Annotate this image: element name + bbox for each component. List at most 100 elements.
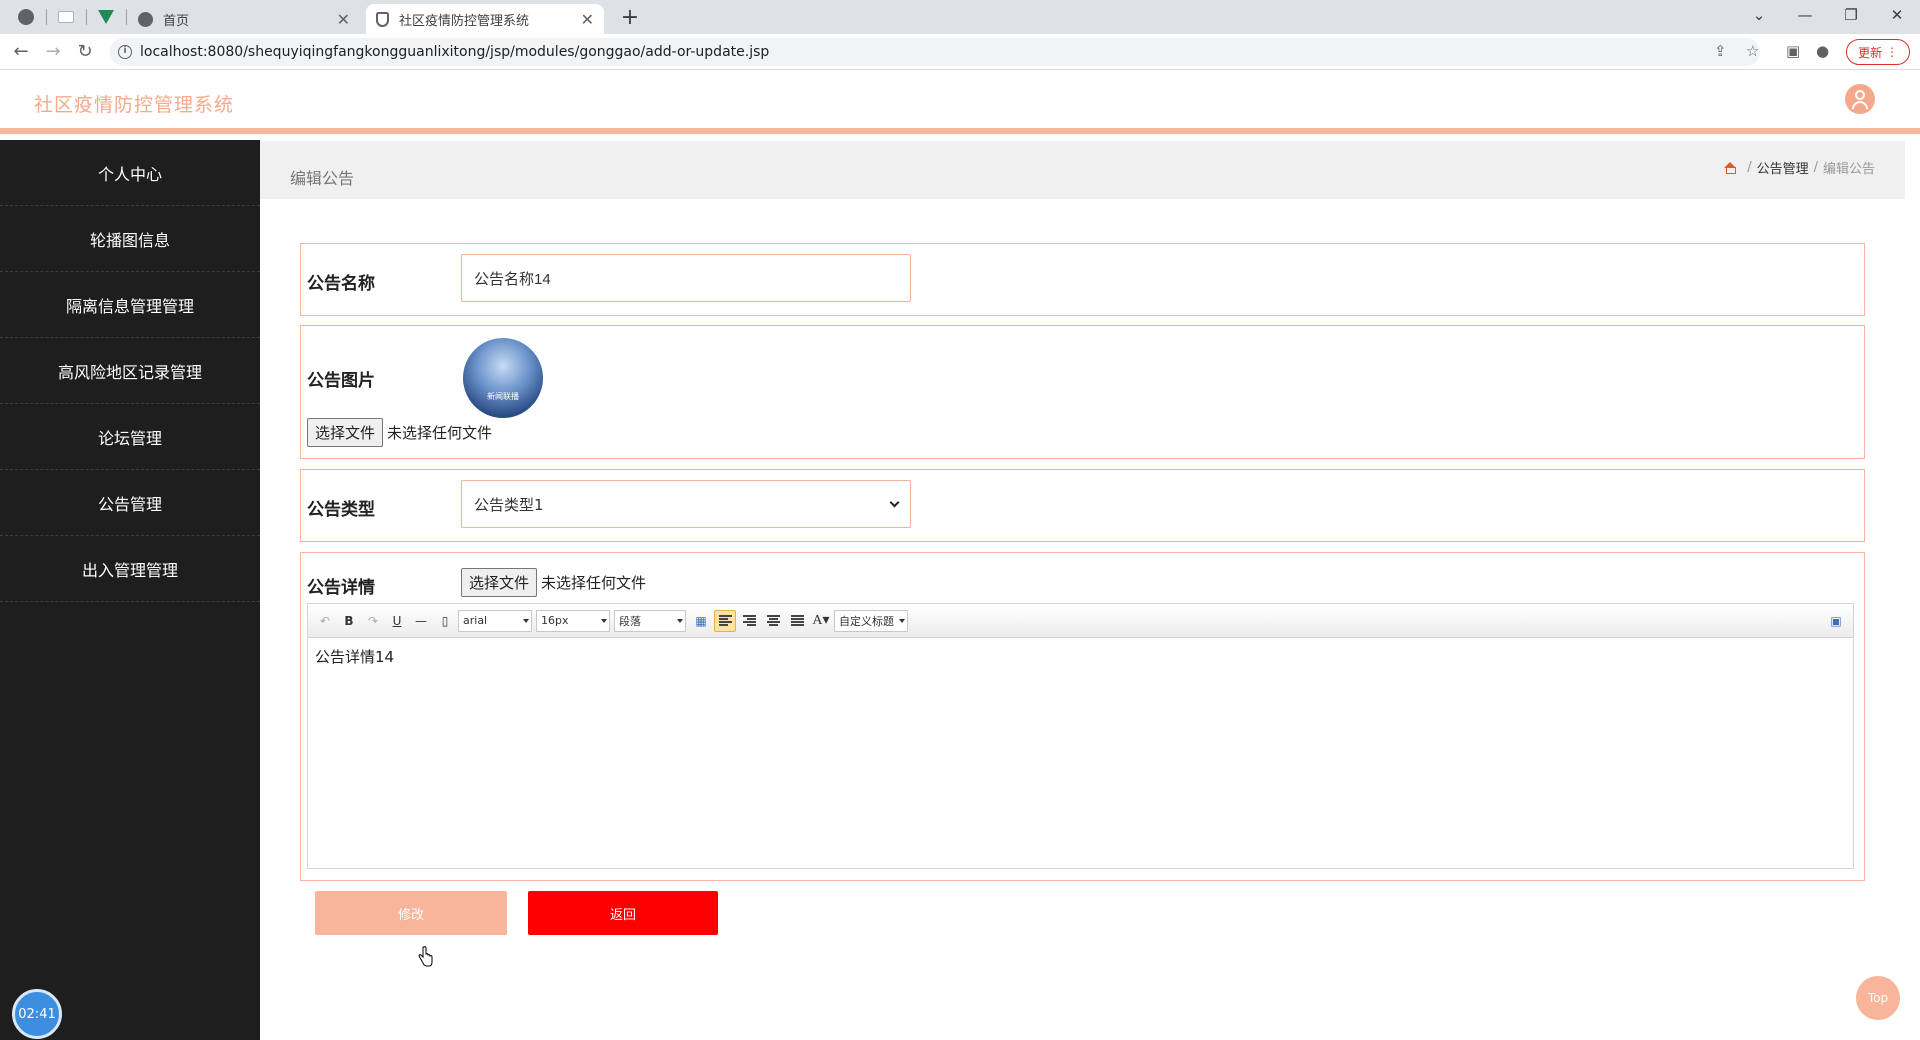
app-header: 社区疫情防控管理系统 — [0, 70, 1920, 134]
breadcrumb-parent[interactable]: 公告管理 — [1757, 158, 1809, 177]
forward-icon[interactable]: → — [40, 39, 66, 65]
paste-text-icon[interactable]: ▯ — [434, 610, 456, 632]
pinned-tab-3[interactable] — [88, 0, 124, 34]
image-file-status: 未选择任何文件 — [387, 424, 493, 442]
home-icon[interactable] — [1724, 161, 1737, 174]
undo-icon[interactable]: ↶ — [314, 610, 336, 632]
image-file-button[interactable]: 选择文件 — [307, 418, 384, 447]
tab-title: 首页 — [163, 13, 190, 29]
sidebar-item-forum[interactable]: 论坛管理 — [0, 404, 260, 470]
close-tab-icon[interactable]: ✕ — [581, 10, 594, 29]
redo-icon[interactable]: ↷ — [362, 610, 384, 632]
paragraph-value: 段落 — [619, 614, 641, 628]
table-icon[interactable]: ▦ — [690, 610, 712, 632]
browser-tab-bar: 首页 ✕ 社区疫情防控管理系统 ✕ + ⌄ — ❐ ✕ — [0, 0, 1920, 34]
globe-icon — [18, 9, 34, 25]
form-row-type: 公告类型 公告类型1 — [300, 469, 1865, 542]
font-size-value: 16px — [541, 614, 569, 627]
vue-logo-icon — [98, 10, 114, 24]
sidebar-item-label: 轮播图信息 — [89, 230, 170, 250]
back-to-top-button[interactable]: Top — [1856, 976, 1900, 1020]
align-right-icon[interactable] — [738, 610, 760, 632]
sidebar-item-isolation[interactable]: 隔离信息管理管理 — [0, 272, 260, 338]
clock-badge: 02:41 — [12, 989, 62, 1039]
sidebar-item-label: 高风险地区记录管理 — [57, 362, 202, 382]
sidebar: 个人中心 轮播图信息 隔离信息管理管理 高风险地区记录管理 论坛管理 公告管理 … — [0, 140, 260, 1040]
sidebar-item-label: 隔离信息管理管理 — [65, 296, 194, 316]
close-tab-icon[interactable]: ✕ — [337, 10, 350, 29]
bold-icon[interactable]: B — [338, 610, 360, 632]
custom-title-value: 自定义标题 — [839, 614, 894, 628]
breadcrumb-current: 编辑公告 — [1822, 162, 1875, 177]
announcement-image: 新闻联播 — [463, 338, 543, 418]
tab-divider — [86, 9, 87, 25]
editor-content[interactable]: 公告详情14 — [308, 638, 1853, 675]
form-row-image: 公告图片 新闻联播 选择文件 未选择任何文件 — [300, 325, 1865, 459]
sidebar-item-personal-center[interactable]: 个人中心 — [0, 140, 260, 206]
underline-icon[interactable]: U — [386, 610, 408, 632]
rich-text-editor: ↶ B ↷ U — ▯ arial 16px 段落 ▦ A▾ 自定义标题 ▣ 公… — [307, 603, 1854, 869]
page-icon — [58, 11, 74, 23]
tab-home[interactable]: 首页 ✕ — [128, 4, 360, 34]
font-family-select[interactable]: arial — [458, 609, 532, 632]
sidebar-item-high-risk[interactable]: 高风险地区记录管理 — [0, 338, 260, 404]
fullscreen-icon[interactable]: ▣ — [1825, 610, 1847, 632]
tab-divider — [46, 9, 47, 25]
page-title: 编辑公告 — [290, 169, 355, 188]
detail-file-status: 未选择任何文件 — [541, 574, 647, 592]
pinned-tab-1[interactable] — [8, 0, 44, 34]
app-title: 社区疫情防控管理系统 — [34, 94, 235, 116]
bookmark-star-icon[interactable]: ☆ — [1746, 42, 1759, 60]
sidebar-item-announcement[interactable]: 公告管理 — [0, 470, 260, 536]
tab-divider — [126, 9, 127, 25]
detail-file-picker: 选择文件 未选择任何文件 — [461, 568, 646, 597]
submit-button[interactable]: 修改 — [315, 891, 507, 935]
minimize-button[interactable]: — — [1782, 0, 1828, 32]
paragraph-select[interactable]: 段落 — [614, 609, 686, 632]
image-label: 公告图片 — [307, 371, 375, 391]
back-button[interactable]: 返回 — [528, 891, 718, 935]
type-select[interactable]: 公告类型1 — [461, 480, 911, 528]
tab-title: 社区疫情防控管理系统 — [399, 13, 530, 29]
profile-icon[interactable]: ● — [1816, 42, 1829, 60]
hand-cursor-icon — [418, 946, 433, 967]
globe-icon — [138, 11, 153, 27]
align-left-icon[interactable] — [714, 609, 736, 632]
sidebar-item-label: 出入管理管理 — [81, 560, 178, 580]
horizontal-rule-icon[interactable]: — — [410, 610, 432, 632]
new-tab-button[interactable]: + — [616, 4, 644, 32]
address-bar[interactable]: i localhost:8080/shequyiqingfangkongguan… — [110, 38, 1760, 66]
update-button[interactable]: 更新 ⋮ — [1846, 39, 1910, 65]
font-size-select[interactable]: 16px — [536, 609, 610, 632]
type-label: 公告类型 — [307, 500, 375, 520]
side-panel-icon[interactable]: ▣ — [1786, 42, 1800, 60]
restore-button[interactable]: ❐ — [1828, 0, 1874, 32]
info-icon[interactable]: i — [118, 45, 132, 59]
sidebar-item-access[interactable]: 出入管理管理 — [0, 536, 260, 602]
back-icon[interactable]: ← — [8, 39, 34, 65]
tab-active[interactable]: 社区疫情防控管理系统 ✕ — [366, 4, 604, 34]
close-window-button[interactable]: ✕ — [1874, 0, 1920, 32]
browser-toolbar: ← → ↻ i localhost:8080/shequyiqingfangko… — [0, 34, 1920, 70]
pinned-tab-2[interactable] — [48, 0, 84, 34]
custom-title-select[interactable]: 自定义标题 — [834, 609, 908, 632]
user-avatar-icon[interactable] — [1845, 84, 1875, 114]
tab-search-icon[interactable]: ⌄ — [1736, 0, 1782, 32]
update-label: 更新 — [1858, 45, 1883, 60]
align-justify-icon[interactable] — [786, 610, 808, 632]
reload-icon[interactable]: ↻ — [72, 39, 98, 65]
font-color-icon[interactable]: A▾ — [810, 610, 832, 632]
form-row-detail: 公告详情 选择文件 未选择任何文件 ↶ B ↷ U — ▯ arial 16px… — [300, 552, 1865, 881]
align-center-icon[interactable] — [762, 610, 784, 632]
editor-toolbar: ↶ B ↷ U — ▯ arial 16px 段落 ▦ A▾ 自定义标题 ▣ — [308, 604, 1853, 638]
sidebar-item-label: 个人中心 — [97, 164, 162, 184]
sidebar-item-label: 论坛管理 — [97, 428, 162, 448]
share-icon[interactable]: ⇪ — [1714, 42, 1727, 60]
detail-file-button[interactable]: 选择文件 — [461, 568, 538, 597]
shield-icon — [376, 11, 389, 27]
breadcrumb: / 公告管理 / 编辑公告 — [1724, 158, 1875, 177]
sidebar-item-label: 公告管理 — [97, 494, 162, 514]
url-text: localhost:8080/shequyiqingfangkongguanli… — [140, 44, 770, 60]
name-input[interactable] — [461, 254, 911, 302]
sidebar-item-carousel[interactable]: 轮播图信息 — [0, 206, 260, 272]
